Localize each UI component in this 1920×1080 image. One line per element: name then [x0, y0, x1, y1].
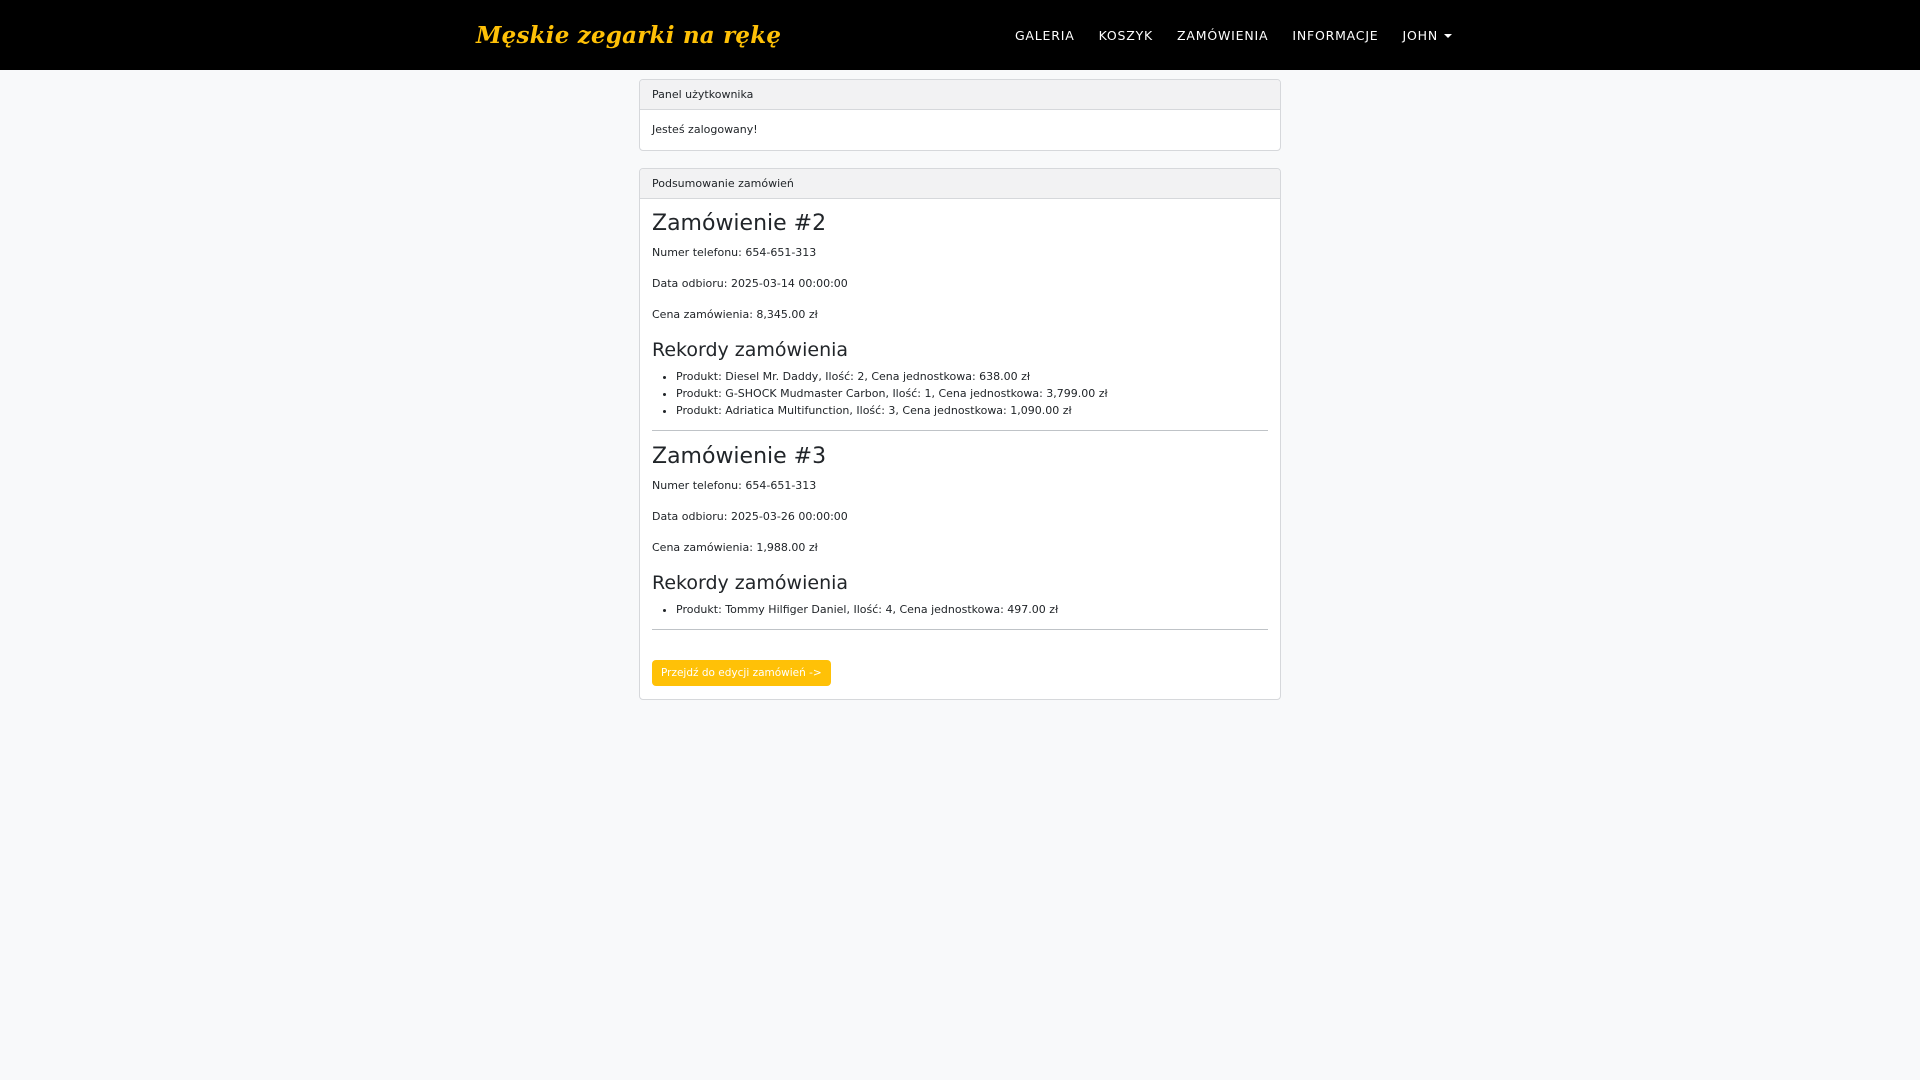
order-records-list: Produkt: Diesel Mr. Daddy, Ilość: 2, Cen… [652, 368, 1268, 419]
nav-link-koszyk[interactable]: KOSZYK [1099, 28, 1153, 43]
order-price: Cena zamówienia: 8,345.00 zł [652, 308, 818, 321]
order-records-list: Produkt: Tommy Hilfiger Daniel, Ilość: 4… [652, 601, 1268, 618]
nav-links: GALERIA KOSZYK ZAMÓWIENIA INFORMACJE JOH… [1015, 28, 1452, 43]
orders-summary-card: Podsumowanie zamówień Zamówienie #2 Nume… [639, 168, 1281, 700]
login-status-message: Jesteś zalogowany! [652, 123, 758, 136]
orders-summary-body: Zamówienie #2 Numer telefonu: 654-651-31… [640, 199, 1280, 699]
order-record-item: Produkt: Adriatica Multifunction, Ilość:… [676, 402, 1268, 419]
order-title: Zamówienie #2 [652, 211, 827, 236]
order-record-item: Produkt: G-SHOCK Mudmaster Carbon, Ilość… [676, 385, 1268, 402]
order-price: Cena zamówienia: 1,988.00 zł [652, 541, 818, 554]
user-dropdown-label: JOHN [1402, 27, 1438, 43]
nav-link-zamowienia[interactable]: ZAMÓWIENIA [1177, 28, 1268, 43]
order-pickup-date: Data odbioru: 2025-03-26 00:00:00 [652, 510, 848, 523]
order-block: Zamówienie #3 Numer telefonu: 654-651-31… [652, 444, 1268, 630]
order-record-item: Produkt: Tommy Hilfiger Daniel, Ilość: 4… [676, 601, 1268, 618]
order-title: Zamówienie #3 [652, 444, 827, 469]
user-panel-card: Panel użytkownika Jesteś zalogowany! [639, 79, 1281, 151]
top-navbar: Męskie zegarki na rękę GALERIA KOSZYK ZA… [0, 0, 1920, 70]
order-block: Zamówienie #2 Numer telefonu: 654-651-31… [652, 211, 1268, 431]
user-dropdown-toggle[interactable]: JOHN [1403, 28, 1452, 43]
nav-link-informacje[interactable]: INFORMACJE [1292, 28, 1378, 43]
brand-logo[interactable]: Męskie zegarki na rękę [476, 22, 781, 49]
order-records-title: Rekordy zamówienia [652, 572, 849, 594]
user-panel-body: Jesteś zalogowany! [640, 110, 1280, 150]
order-pickup-date: Data odbioru: 2025-03-14 00:00:00 [652, 277, 848, 290]
caret-down-icon [1444, 33, 1452, 38]
orders-summary-header: Podsumowanie zamówień [640, 169, 1280, 199]
order-phone: Numer telefonu: 654-651-313 [652, 479, 817, 492]
order-divider [652, 430, 1268, 431]
main-container: Panel użytkownika Jesteś zalogowany! Pod… [639, 79, 1281, 700]
edit-orders-button[interactable]: Przejdź do edycji zamówień -> [652, 660, 831, 686]
user-panel-header: Panel użytkownika [640, 80, 1280, 110]
order-divider [652, 629, 1268, 630]
nav-link-galeria[interactable]: GALERIA [1015, 28, 1075, 43]
order-phone: Numer telefonu: 654-651-313 [652, 246, 817, 259]
order-record-item: Produkt: Diesel Mr. Daddy, Ilość: 2, Cen… [676, 368, 1268, 385]
navbar-inner: Męskie zegarki na rękę GALERIA KOSZYK ZA… [0, 22, 1920, 49]
order-records-title: Rekordy zamówienia [652, 339, 849, 361]
